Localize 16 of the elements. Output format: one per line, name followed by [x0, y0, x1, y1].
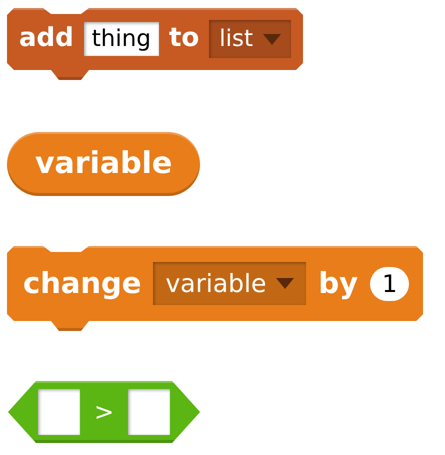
text-input[interactable]: thing	[84, 22, 159, 56]
operator-label: >	[94, 398, 114, 426]
block-label: add	[19, 23, 74, 55]
command-block[interactable]: add thing to list	[7, 8, 304, 80]
number-input[interactable]: 1	[370, 266, 410, 300]
dropdown-arrow-icon	[276, 278, 294, 289]
block-label: to	[168, 23, 200, 55]
block-label: change	[23, 266, 142, 301]
dropdown-arrow-icon	[263, 34, 282, 44]
command-block[interactable]: change variable by 1	[7, 246, 424, 331]
block-label: by	[318, 266, 358, 301]
empty-input[interactable]	[128, 389, 170, 435]
dropdown[interactable]: variable	[153, 262, 306, 305]
empty-input[interactable]	[38, 389, 80, 435]
dropdown[interactable]: list	[209, 20, 292, 58]
block-label: variable	[35, 146, 172, 182]
